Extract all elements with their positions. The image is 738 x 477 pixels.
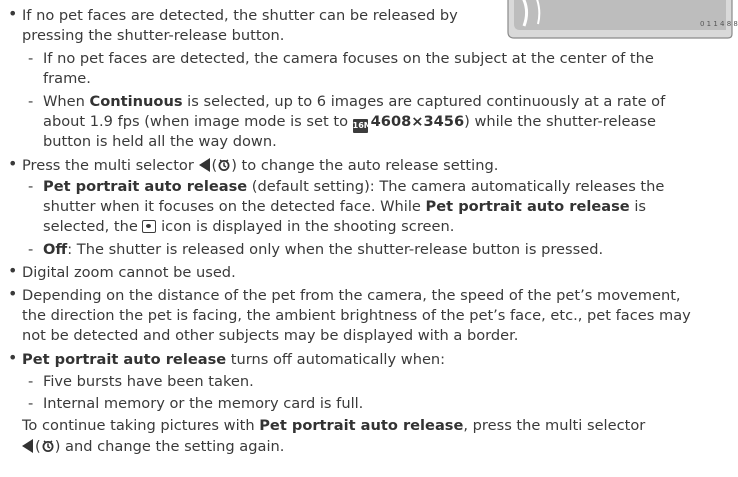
image-size-term: 4608×3456 (370, 113, 465, 130)
bullet-pet-faces-line-2: pressing the shutter-release button. (22, 27, 285, 44)
bullet-marker: • (8, 284, 18, 303)
bullet-detection-line-3: not be detected and other subjects may b… (22, 327, 519, 344)
dash-marker: - (28, 50, 34, 67)
camera-illustration-icon: 0 1 1 4 8 8 (500, 0, 738, 40)
sub-center-focus-line-2: frame. (43, 70, 91, 87)
bullet-detection-line-2: the direction the pet is facing, the amb… (22, 307, 691, 324)
sub-continuous-line-3: button is held all the way down. (43, 133, 277, 150)
dash-marker: - (28, 241, 34, 258)
self-timer-icon (42, 440, 54, 452)
camera-screen-illustration: 0 1 1 4 8 8 (500, 0, 738, 40)
pet-portrait-auto-release-term: Pet portrait auto release (43, 178, 248, 195)
camera-frame-counter: 0 1 1 4 8 8 (700, 20, 738, 28)
bullet-marker: • (8, 348, 18, 367)
continue-instruction-line-2: () and change the setting again. (22, 437, 284, 456)
sub-memory-full-line: Internal memory or the memory card is fu… (43, 395, 364, 412)
pet-portrait-auto-release-term: Pet portrait auto release (425, 198, 630, 215)
self-timer-icon (218, 159, 230, 171)
bullet-marker: • (8, 4, 18, 23)
bullet-pet-faces-line-1: If no pet faces are detected, the shutte… (22, 7, 458, 24)
bullet-marker: • (8, 154, 18, 173)
sub-continuous-line-2: about 1.9 fps (when image mode is set to… (43, 112, 656, 133)
sub-continuous-line-1: When Continuous is selected, up to 6 ima… (43, 93, 666, 110)
multi-selector-left-icon (198, 158, 210, 172)
pet-portrait-auto-release-term: Pet portrait auto release (259, 417, 464, 434)
bullet-marker: • (8, 261, 18, 280)
sub-five-bursts-line: Five bursts have been taken. (43, 373, 254, 390)
pet-portrait-icon (142, 220, 157, 233)
sub-pet-auto-release-line-1: Pet portrait auto release (default setti… (43, 178, 665, 195)
off-term: Off (43, 241, 68, 258)
manual-page: 0 1 1 4 8 8 • If no pet faces are detect… (0, 0, 738, 477)
continue-instruction-line-1: To continue taking pictures with Pet por… (22, 417, 646, 434)
sub-center-focus-line-1: If no pet faces are detected, the camera… (43, 50, 654, 67)
bullet-multi-selector-line: Press the multi selector () to change th… (22, 157, 499, 174)
dash-marker: - (28, 93, 34, 110)
dash-marker: - (28, 178, 34, 195)
sub-pet-auto-release-line-2: shutter when it focuses on the detected … (43, 198, 646, 215)
bullet-detection-line-1: Depending on the distance of the pet fro… (22, 287, 681, 304)
multi-selector-left-icon (22, 439, 33, 453)
dash-marker: - (28, 373, 34, 390)
pet-portrait-auto-release-term: Pet portrait auto release (22, 351, 227, 368)
continuous-term: Continuous (89, 93, 183, 110)
bullet-turns-off-line: Pet portrait auto release turns off auto… (22, 351, 446, 368)
image-mode-16m-icon: 16M (352, 119, 372, 133)
sub-pet-auto-release-line-3: selected, the icon is displayed in the s… (43, 218, 455, 235)
bullet-digital-zoom-line: Digital zoom cannot be used. (22, 264, 236, 281)
sub-off-line: Off: The shutter is released only when t… (43, 241, 604, 258)
dash-marker: - (28, 395, 34, 412)
